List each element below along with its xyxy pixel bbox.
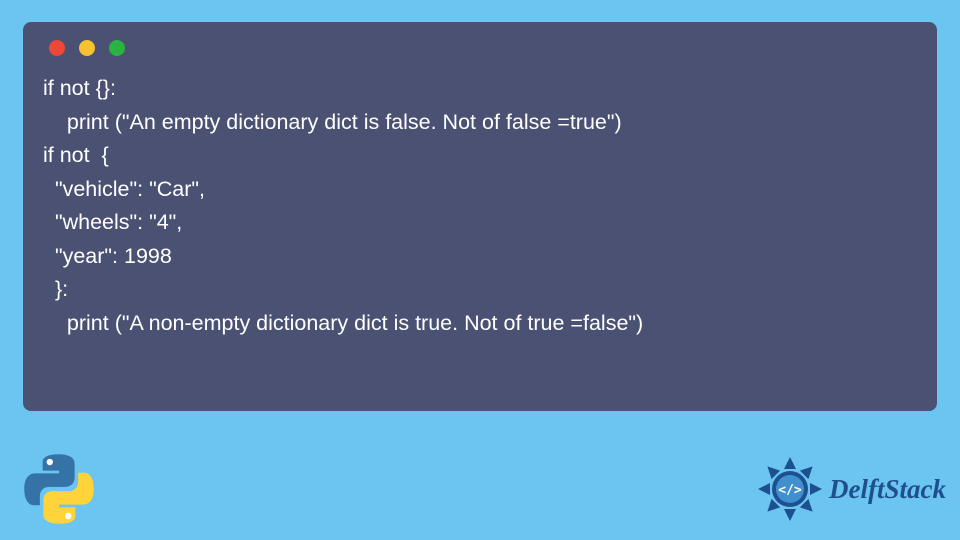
delftstack-logo: </> DelftStack (755, 454, 946, 524)
minimize-dot-icon (79, 40, 95, 56)
delftstack-name: DelftStack (829, 474, 946, 505)
python-logo-icon (20, 450, 98, 528)
code-block: if not {}: print ("An empty dictionary d… (43, 72, 917, 340)
delftstack-emblem-icon: </> (755, 454, 825, 524)
svg-text:</>: </> (778, 483, 802, 498)
code-line: if not {}: (43, 76, 116, 100)
code-window: if not {}: print ("An empty dictionary d… (23, 22, 937, 411)
code-line: "vehicle": "Car", (43, 177, 205, 201)
window-controls (49, 40, 917, 56)
code-line: }: (43, 277, 68, 301)
code-line: "year": 1998 (43, 244, 172, 268)
maximize-dot-icon (109, 40, 125, 56)
code-line: "wheels": "4", (43, 210, 182, 234)
code-line: print ("An empty dictionary dict is fals… (43, 110, 622, 134)
code-line: print ("A non-empty dictionary dict is t… (43, 311, 643, 335)
code-line: if not { (43, 143, 109, 167)
close-dot-icon (49, 40, 65, 56)
